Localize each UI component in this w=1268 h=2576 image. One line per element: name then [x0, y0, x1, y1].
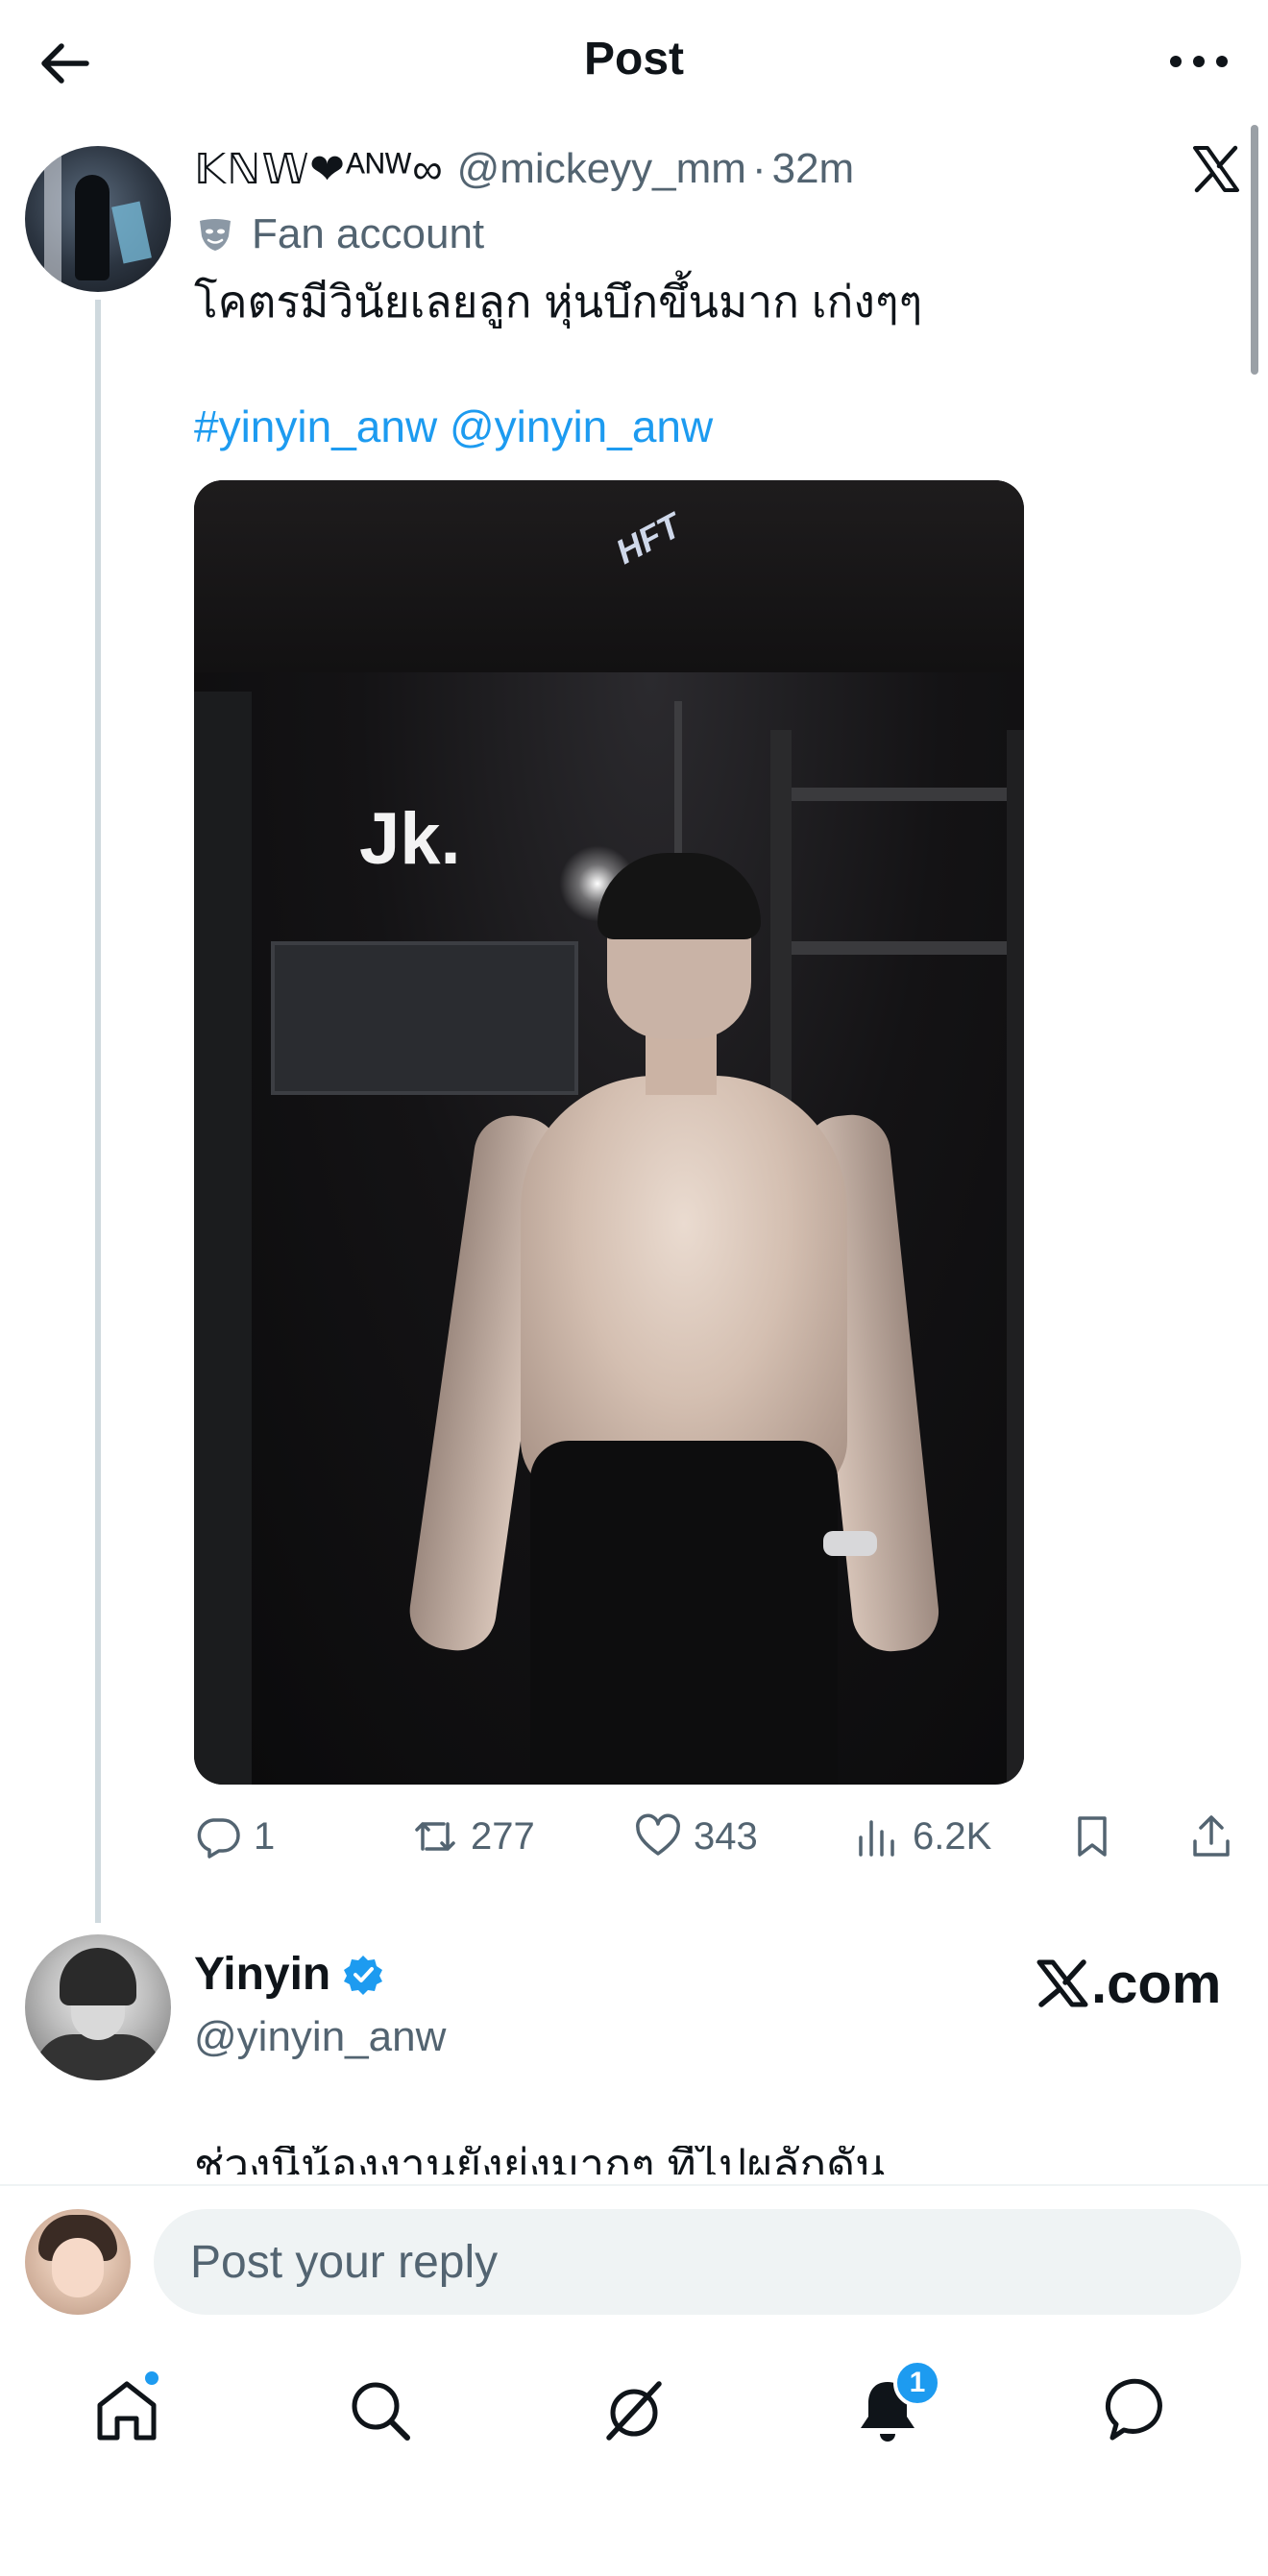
divider — [0, 2184, 1268, 2186]
x-logo-icon — [1193, 145, 1239, 193]
reply-input[interactable] — [154, 2209, 1241, 2315]
repost-icon — [415, 1822, 455, 1851]
x-com-text: .com — [1091, 1952, 1222, 2015]
reply-count: 1 — [254, 1814, 276, 1858]
tweet-tags: #yinyin_anw @yinyin_anw — [194, 398, 713, 455]
reply-button[interactable]: 1 — [194, 1808, 275, 1865]
more-horizontal-icon — [1170, 56, 1228, 67]
nav-notifications[interactable]: 1 — [849, 2359, 941, 2449]
mention-link[interactable]: @yinyin_anw — [450, 401, 713, 451]
author-name[interactable]: 𝕂ℕ𝕎❤ᴬᴺᵂ∞ — [194, 145, 444, 194]
like-count: 343 — [694, 1814, 758, 1858]
x-logo-icon — [1036, 1959, 1088, 2007]
like-button[interactable]: 343 — [634, 1808, 758, 1865]
bookmark-button[interactable] — [1068, 1808, 1116, 1865]
more-options-button[interactable] — [1166, 38, 1231, 85]
tweet-text: โคตรมีวินัยเลยลูก หุ่นบึกขึ้นมาก เก่งๆๆ — [194, 277, 923, 327]
share-icon — [1193, 1815, 1230, 1857]
views-button[interactable]: 6.2K — [853, 1808, 991, 1865]
repost-count: 277 — [471, 1814, 535, 1858]
tweet-action-bar: 1 277 343 6.2K — [194, 1808, 1241, 1865]
message-icon — [1105, 2378, 1162, 2441]
hashtag-link[interactable]: #yinyin_anw — [194, 401, 437, 451]
author-handle[interactable]: @mickeyy_mm — [457, 145, 746, 193]
verified-badge-icon — [344, 1955, 383, 1995]
nav-search[interactable] — [342, 2372, 419, 2449]
separator-dot: · — [751, 145, 767, 192]
page-title: Post — [583, 34, 684, 85]
tweet-media-image[interactable]: HFT Jk. — [194, 480, 1024, 1785]
post-time[interactable]: 32m — [772, 145, 855, 193]
top-bar: Post — [0, 0, 1268, 127]
nav-grok[interactable] — [596, 2372, 672, 2449]
home-unread-dot — [142, 2369, 161, 2388]
x-logo-button[interactable] — [1191, 144, 1241, 194]
tweet-author-row: 𝕂ℕ𝕎❤ᴬᴺᵂ∞ @mickeyy_mm · 32m — [194, 142, 854, 196]
author-avatar[interactable] — [25, 146, 171, 292]
mask-icon — [200, 219, 231, 251]
bottom-navigation: 1 — [0, 2344, 1268, 2468]
reply-icon — [197, 1818, 240, 1859]
heart-icon — [636, 1813, 680, 1856]
nav-home[interactable] — [88, 2369, 165, 2449]
quoted-author-handle[interactable]: @yinyin_anw — [194, 2013, 446, 2061]
repost-button[interactable]: 277 — [411, 1808, 535, 1865]
grok-icon — [606, 2381, 662, 2441]
scrollbar[interactable] — [1251, 125, 1258, 375]
current-user-avatar[interactable] — [25, 2209, 131, 2315]
fan-account-label: Fan account — [196, 207, 484, 261]
bookmark-icon — [1078, 1816, 1107, 1857]
quoted-author-row[interactable]: Yinyin — [194, 1948, 384, 2001]
quoted-author-avatar[interactable] — [25, 1934, 171, 2080]
view-count: 6.2K — [913, 1814, 992, 1858]
thread-line — [95, 300, 101, 1923]
share-button[interactable] — [1187, 1808, 1235, 1865]
nav-messages[interactable] — [1103, 2372, 1180, 2449]
search-icon — [352, 2382, 410, 2441]
quoted-text-cutoff: ช่วงนี้น้องงานยังยุ่งมากๆ ที่ไปผลักดัน — [194, 2146, 1241, 2175]
views-icon — [859, 1820, 894, 1857]
quoted-author-name[interactable]: Yinyin — [194, 1948, 330, 2001]
x-com-brand: .com — [1036, 1950, 1221, 2017]
quoted-text: ช่วงนี้น้องงานยังยุ่งมากๆ ที่ไปผลักดัน — [194, 2146, 886, 2175]
fan-label-text: Fan account — [252, 210, 485, 257]
notification-badge: 1 — [893, 2359, 941, 2407]
media-caption: Jk. — [359, 798, 461, 880]
